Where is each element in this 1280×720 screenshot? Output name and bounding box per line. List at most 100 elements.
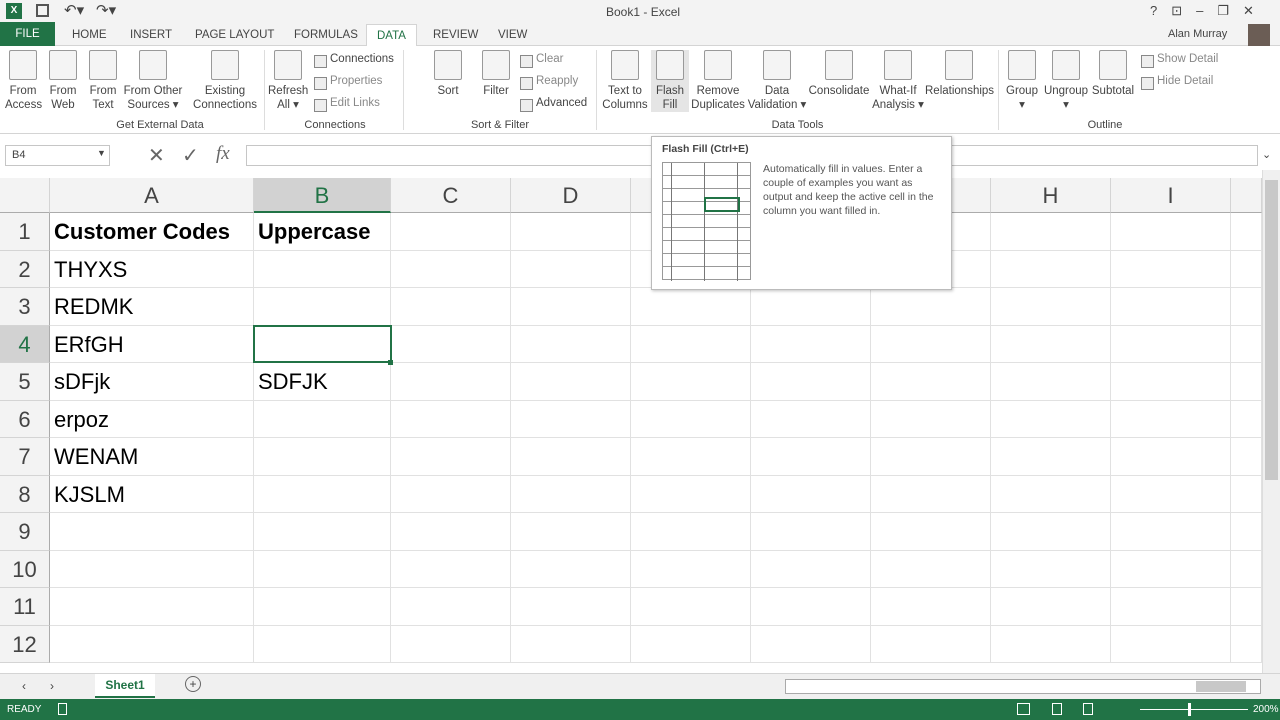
undo-icon[interactable]: ↶▾	[64, 1, 84, 19]
zoom-slider[interactable]	[1140, 703, 1248, 716]
cell-C3[interactable]	[391, 288, 511, 326]
cell-B3[interactable]	[254, 288, 391, 326]
cell-E5[interactable]	[631, 363, 751, 401]
cell-H2[interactable]	[991, 250, 1111, 288]
cell-G6[interactable]	[871, 400, 991, 438]
cell-C1[interactable]	[391, 213, 511, 251]
avatar[interactable]	[1248, 24, 1270, 46]
outline-btn-1-button[interactable]: Ungroup ▾	[1043, 50, 1089, 112]
data-tools-btn-6-button[interactable]: Relationships	[925, 50, 994, 98]
outline-btn-2-button[interactable]: Subtotal	[1091, 50, 1135, 98]
next-sheet-icon[interactable]: ›	[50, 679, 54, 693]
cell-A12[interactable]	[50, 625, 254, 663]
cell-E4[interactable]	[631, 325, 751, 363]
cell-I6[interactable]	[1111, 400, 1231, 438]
cell-H7[interactable]	[991, 438, 1111, 476]
tab-insert[interactable]: INSERT	[120, 24, 182, 46]
cell-C10[interactable]	[391, 550, 511, 588]
cell-D8[interactable]	[511, 475, 631, 513]
cell-J9[interactable]	[1231, 513, 1262, 551]
cell-F11[interactable]	[751, 588, 871, 626]
cell-D11[interactable]	[511, 588, 631, 626]
cell-D12[interactable]	[511, 625, 631, 663]
connections-item-0[interactable]: Connections	[314, 53, 394, 68]
cell-C4[interactable]	[391, 325, 511, 363]
cell-E9[interactable]	[631, 513, 751, 551]
cell-H12[interactable]	[991, 625, 1111, 663]
cell-J6[interactable]	[1231, 400, 1262, 438]
data-tools-btn-4-button[interactable]: Consolidate	[808, 50, 870, 98]
connections-item-2[interactable]: Edit Links	[314, 97, 380, 112]
help-icon[interactable]: ?	[1150, 3, 1157, 19]
cell-F8[interactable]	[751, 475, 871, 513]
column-header-A[interactable]: A	[50, 178, 254, 213]
cell-J11[interactable]	[1231, 588, 1262, 626]
tab-review[interactable]: REVIEW	[423, 24, 488, 46]
sheet-tab[interactable]: Sheet1	[95, 674, 155, 698]
zoom-level[interactable]: 200%	[1253, 704, 1279, 715]
cell-C11[interactable]	[391, 588, 511, 626]
data-tools-btn-5-button[interactable]: What-If Analysis ▾	[871, 50, 925, 112]
cell-G8[interactable]	[871, 475, 991, 513]
cell-G9[interactable]	[871, 513, 991, 551]
cell-H9[interactable]	[991, 513, 1111, 551]
cell-F4[interactable]	[751, 325, 871, 363]
cell-C12[interactable]	[391, 625, 511, 663]
cell-A5[interactable]: sDFjk	[50, 363, 254, 401]
tab-file[interactable]: FILE	[0, 22, 55, 46]
cell-J10[interactable]	[1231, 550, 1262, 588]
cell-J7[interactable]	[1231, 438, 1262, 476]
cell-H11[interactable]	[991, 588, 1111, 626]
ribbon-display-icon[interactable]: ⊡	[1171, 3, 1182, 19]
column-header-I[interactable]: I	[1111, 178, 1231, 213]
cell-A7[interactable]: WENAM	[50, 438, 254, 476]
vertical-scrollbar[interactable]	[1262, 170, 1280, 673]
cell-E12[interactable]	[631, 625, 751, 663]
column-header-H[interactable]: H	[991, 178, 1111, 213]
sort-button[interactable]: Sort	[430, 50, 466, 98]
cell-H5[interactable]	[991, 363, 1111, 401]
tab-page-layout[interactable]: PAGE LAYOUT	[185, 24, 284, 46]
row-header-10[interactable]: 10	[0, 550, 50, 588]
get-external-btn-1-button[interactable]: From Web	[45, 50, 81, 112]
worksheet-grid[interactable]: ABCDEFGHI1Customer CodesUppercase2THYXS3…	[0, 178, 1262, 668]
prev-sheet-icon[interactable]: ‹	[22, 679, 26, 693]
cell-D6[interactable]	[511, 400, 631, 438]
cell-G3[interactable]	[871, 288, 991, 326]
row-header-4[interactable]: 4	[0, 325, 50, 363]
cell-A4[interactable]: ERfGH	[50, 325, 254, 363]
cell-I9[interactable]	[1111, 513, 1231, 551]
cell-I7[interactable]	[1111, 438, 1231, 476]
get-external-btn-2-button[interactable]: From Text	[85, 50, 121, 112]
tab-home[interactable]: HOME	[62, 24, 117, 46]
minimize-icon[interactable]: –	[1196, 3, 1203, 19]
sort-filter-item-0[interactable]: Clear	[520, 53, 563, 68]
cancel-icon[interactable]: ✕	[148, 143, 165, 168]
data-tools-btn-0-button[interactable]: Text to Columns	[601, 50, 649, 112]
outline-btn-0-button[interactable]: Group ▾	[1003, 50, 1041, 112]
cell-A11[interactable]	[50, 588, 254, 626]
fill-handle[interactable]	[388, 360, 393, 365]
add-sheet-icon[interactable]: +	[185, 676, 201, 692]
cell-D10[interactable]	[511, 550, 631, 588]
cell-E11[interactable]	[631, 588, 751, 626]
cell-I2[interactable]	[1111, 250, 1231, 288]
page-break-view-icon[interactable]	[1083, 703, 1093, 715]
macro-record-icon[interactable]	[58, 703, 67, 715]
restore-icon[interactable]: ❐	[1217, 3, 1229, 19]
cell-B8[interactable]	[254, 475, 391, 513]
cell-I4[interactable]	[1111, 325, 1231, 363]
row-header-6[interactable]: 6	[0, 400, 50, 438]
cell-H6[interactable]	[991, 400, 1111, 438]
cell-D3[interactable]	[511, 288, 631, 326]
cell-C2[interactable]	[391, 250, 511, 288]
cell-I10[interactable]	[1111, 550, 1231, 588]
cell-F9[interactable]	[751, 513, 871, 551]
page-layout-view-icon[interactable]	[1052, 703, 1062, 715]
cell-A10[interactable]	[50, 550, 254, 588]
expand-formula-icon[interactable]: ⌄	[1262, 148, 1271, 161]
cell-C9[interactable]	[391, 513, 511, 551]
cell-C6[interactable]	[391, 400, 511, 438]
cell-I12[interactable]	[1111, 625, 1231, 663]
cell-I3[interactable]	[1111, 288, 1231, 326]
